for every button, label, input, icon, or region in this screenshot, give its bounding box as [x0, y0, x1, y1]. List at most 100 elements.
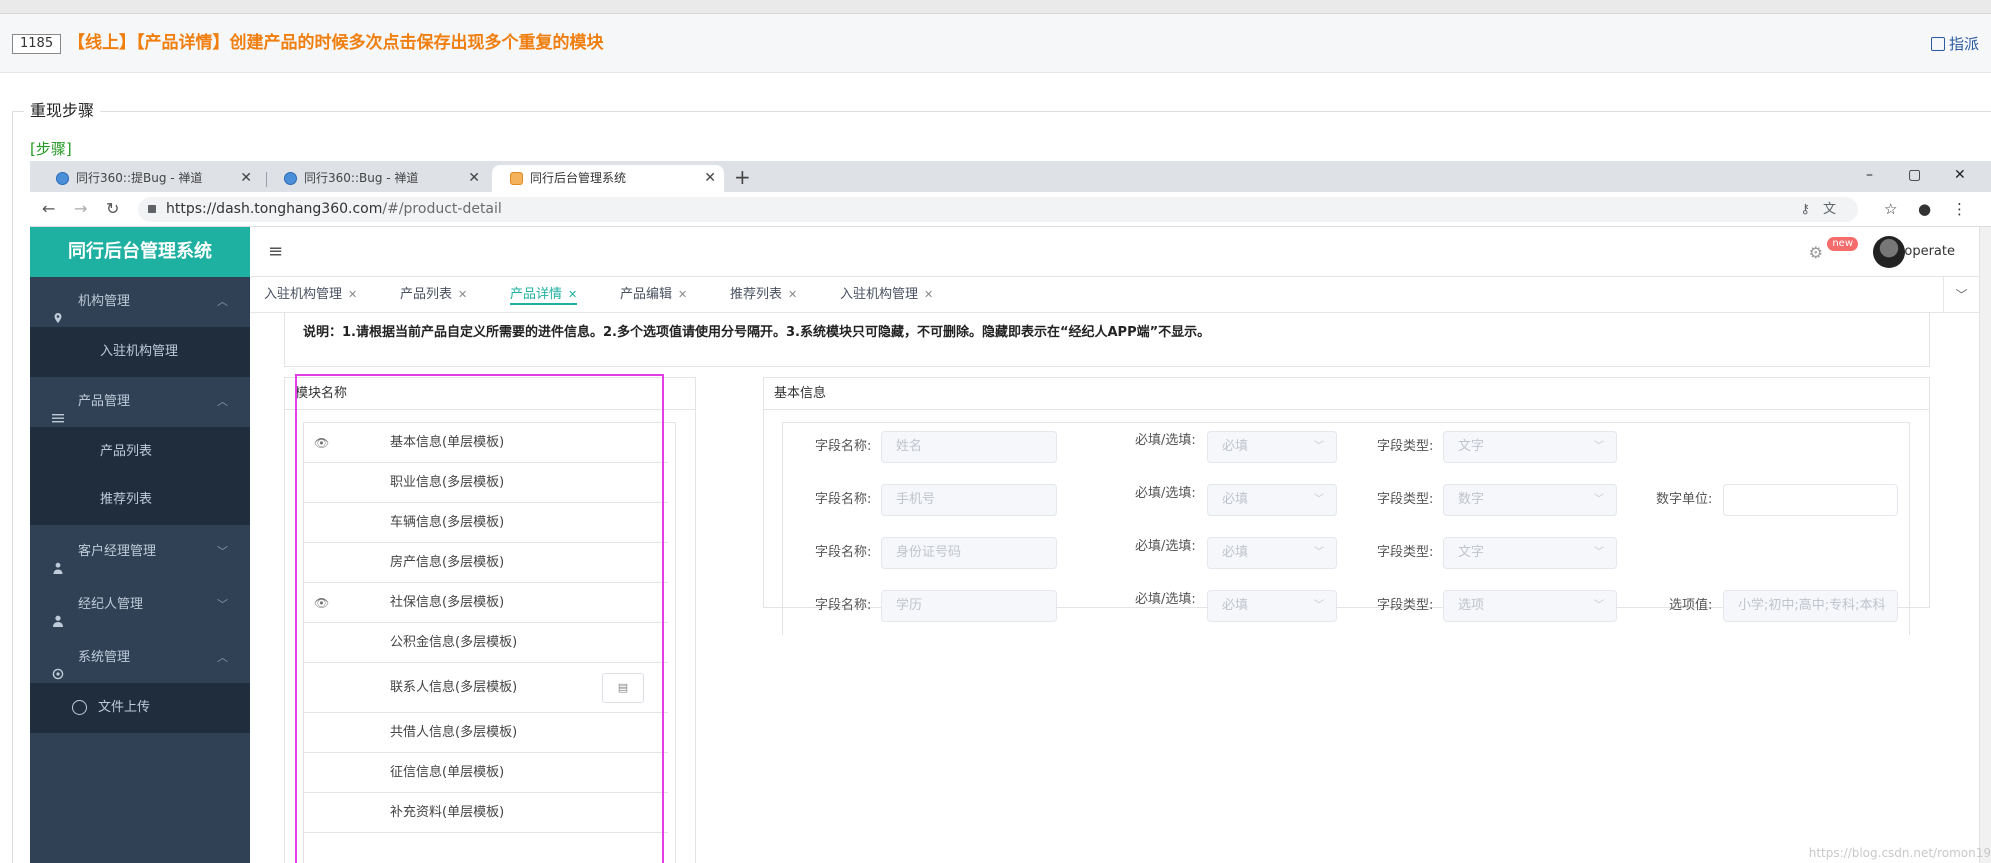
tag-item[interactable]: 产品列表 ✕	[400, 285, 467, 305]
tag-item-active[interactable]: 产品详情 ✕	[510, 285, 578, 305]
chevron-down-icon: ﹀	[1594, 441, 1604, 452]
top-strip	[0, 0, 1991, 14]
required-select[interactable]: 必填 ﹀	[1207, 431, 1337, 463]
bug-id: 1185	[12, 34, 62, 54]
account-icon[interactable]: ●	[1918, 197, 1931, 221]
tag-label: 产品列表	[400, 287, 453, 302]
field-type-select[interactable]: 选项 ﹀	[1443, 590, 1617, 622]
modules-panel: 模块名称 👁 基本信息(单层模板) 职业信息(多层模板) 车辆信息(多层模板)	[284, 377, 696, 863]
settings-icon[interactable]: ⚙	[1809, 243, 1823, 263]
maximize-button[interactable]: ▢	[1908, 163, 1921, 187]
tag-item[interactable]: 入驻机构管理 ✕	[264, 285, 357, 305]
tag-item[interactable]: 产品编辑 ✕	[620, 285, 687, 305]
close-icon[interactable]: ✕	[468, 165, 480, 192]
assign-button[interactable]: 指派	[1930, 34, 1979, 54]
required-label: 必填/选填:	[1135, 433, 1196, 448]
submenu-label: 入驻机构管理	[100, 344, 179, 359]
tag-item[interactable]: 入驻机构管理 ✕	[840, 285, 933, 305]
browser-tab[interactable]: 同行360::Bug - 禅道 ✕	[266, 165, 488, 192]
options-input[interactable]: 小学;初中;高中;专科;本科	[1723, 590, 1898, 622]
star-icon[interactable]: ☆	[1884, 197, 1897, 221]
document-icon[interactable]: ▤	[602, 673, 644, 703]
gear-icon	[52, 652, 64, 680]
key-icon[interactable]: ⚷	[1800, 197, 1810, 222]
submenu-item[interactable]: 文件上传	[30, 683, 250, 733]
module-row[interactable]: 👁 基本信息(单层模板)	[304, 423, 668, 463]
module-row[interactable]: 征信信息(单层模板)	[304, 753, 668, 793]
field-type-select[interactable]: 数字 ﹀	[1443, 484, 1617, 516]
submenu-item[interactable]: 产品列表	[30, 427, 250, 477]
steps-label: [步骤]	[30, 140, 72, 158]
module-row[interactable]: 👁 社保信息(多层模板)	[304, 583, 668, 623]
menu-org[interactable]: 机构管理 ︿	[30, 277, 250, 327]
new-tab-button[interactable]: +	[734, 163, 751, 191]
modules-panel-title: 模块名称	[285, 378, 695, 410]
field-name-input[interactable]: 姓名	[881, 431, 1057, 463]
vertical-scrollbar[interactable]	[1979, 227, 1991, 863]
close-icon[interactable]: ✕	[704, 165, 716, 192]
forward-button[interactable]: →	[74, 197, 87, 221]
back-button[interactable]: ←	[42, 197, 55, 221]
module-row[interactable]: 车辆信息(多层模板)	[304, 503, 668, 543]
assign-icon	[1930, 37, 1945, 51]
field-type-select[interactable]: 文字 ﹀	[1443, 431, 1617, 463]
window-close-button[interactable]: ✕	[1954, 163, 1966, 187]
brand-title: 同行后台管理系统	[30, 227, 250, 277]
module-row[interactable]: 补充资料(单层模板)	[304, 793, 668, 833]
chevron-down-icon[interactable]: ﹀	[1943, 277, 1979, 313]
close-icon[interactable]: ✕	[240, 165, 252, 192]
eye-icon[interactable]: 👁	[314, 583, 329, 623]
tag-item[interactable]: 推荐列表 ✕	[730, 285, 797, 305]
close-icon[interactable]: ✕	[348, 288, 357, 301]
browser-tab[interactable]: 同行360::提Bug - 禅道 ✕	[38, 165, 260, 192]
menu-system[interactable]: 系统管理 ︿	[30, 633, 250, 683]
module-row[interactable]: 房产信息(多层模板)	[304, 543, 668, 583]
number-unit-input[interactable]	[1723, 484, 1898, 516]
hamburger-icon[interactable]: ≡	[268, 241, 283, 263]
address-bar: ← → ↻ https://dash.tonghang360.com/#/pro…	[30, 192, 1991, 227]
list-icon	[52, 396, 64, 423]
required-select[interactable]: 必填 ﹀	[1207, 537, 1337, 569]
bug-title: 【线上】【产品详情】创建产品的时候多次点击保存出现多个重复的模块	[68, 33, 604, 53]
field-name-input[interactable]: 学历	[881, 590, 1057, 622]
avatar[interactable]	[1873, 236, 1905, 268]
field-name-label: 字段名称:	[815, 545, 872, 560]
module-row[interactable]: 职业信息(多层模板)	[304, 463, 668, 503]
translate-icon[interactable]: 文	[1823, 197, 1836, 222]
more-icon[interactable]: ⋮	[1952, 197, 1967, 221]
tag-label: 推荐列表	[730, 287, 783, 302]
required-value: 必填	[1222, 545, 1249, 560]
module-row[interactable]: 联系人信息(多层模板) ▤	[304, 663, 668, 713]
username[interactable]: operate	[1904, 242, 1955, 262]
close-icon[interactable]: ✕	[924, 288, 933, 301]
close-icon[interactable]: ✕	[788, 288, 797, 301]
close-icon[interactable]: ✕	[678, 288, 687, 301]
close-icon[interactable]: ✕	[568, 288, 577, 301]
browser-tab-title: 同行360::Bug - 禅道	[304, 171, 419, 185]
reload-button[interactable]: ↻	[106, 197, 119, 221]
browser-tab-active[interactable]: 同行后台管理系统 ✕	[492, 165, 724, 192]
required-select[interactable]: 必填 ﹀	[1207, 590, 1337, 622]
globe-icon	[56, 172, 69, 185]
menu-label: 产品管理	[78, 394, 131, 409]
module-row[interactable]: 公积金信息(多层模板)	[304, 623, 668, 663]
field-name-input[interactable]: 手机号	[881, 484, 1057, 516]
module-label: 职业信息(多层模板)	[390, 475, 505, 490]
minimize-button[interactable]: –	[1866, 163, 1873, 187]
menu-broker[interactable]: 经纪人管理 ﹀	[30, 580, 250, 630]
submenu-item[interactable]: 推荐列表	[30, 475, 250, 525]
required-select[interactable]: 必填 ﹀	[1207, 484, 1337, 516]
module-label: 公积金信息(多层模板)	[390, 635, 518, 650]
field-name-input[interactable]: 身份证号码	[881, 537, 1057, 569]
module-label: 联系人信息(多层模板)	[390, 680, 518, 695]
field-type-select[interactable]: 文字 ﹀	[1443, 537, 1617, 569]
url-input[interactable]: https://dash.tonghang360.com/#/product-d…	[138, 197, 1858, 222]
close-icon[interactable]: ✕	[458, 288, 467, 301]
menu-product[interactable]: 产品管理 ︿	[30, 377, 250, 427]
eye-icon[interactable]: 👁	[314, 423, 329, 463]
submenu-item[interactable]: 入驻机构管理	[30, 327, 250, 377]
manager-icon	[52, 546, 64, 574]
menu-manager[interactable]: 客户经理管理 ﹀	[30, 527, 250, 577]
module-row[interactable]: 共借人信息(多层模板)	[304, 713, 668, 753]
field-type-label: 字段类型:	[1377, 545, 1434, 560]
